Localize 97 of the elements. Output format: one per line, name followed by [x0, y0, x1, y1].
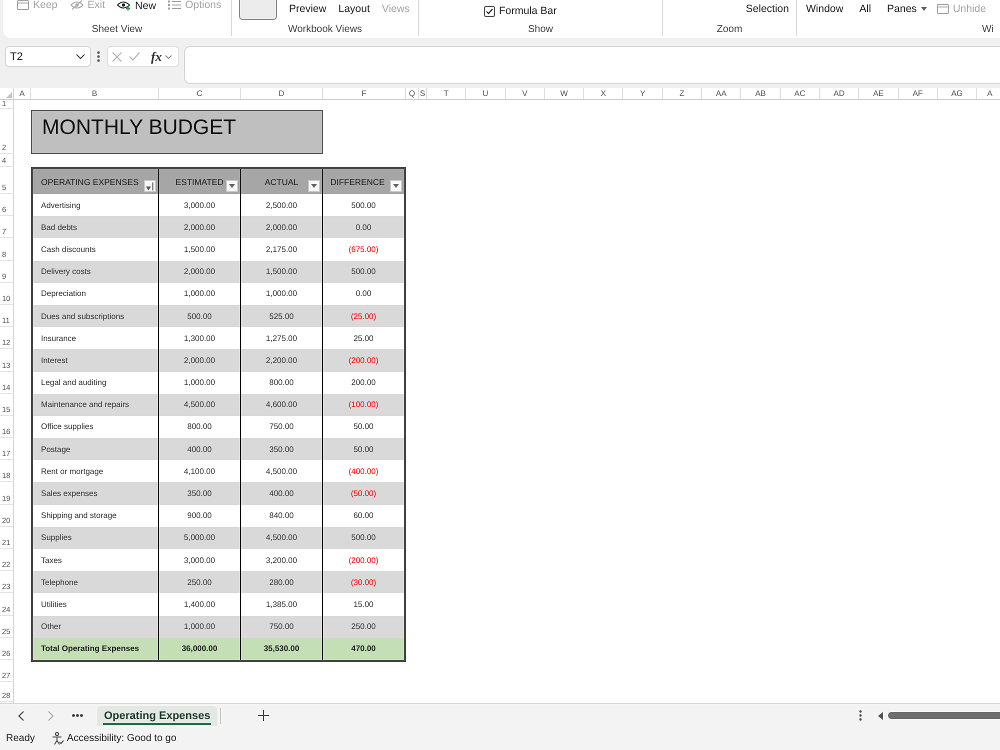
accessibility-icon[interactable]: [52, 732, 64, 745]
table-cell-text: (30.00): [350, 576, 378, 589]
ribbon-button[interactable]: New: [117, 0, 156, 11]
group-label: Workbook Views: [286, 24, 364, 36]
column-header[interactable]: Y: [623, 88, 663, 99]
table-cell-text: 250.00: [350, 621, 377, 634]
chevron-down-icon[interactable]: [164, 54, 172, 58]
sort-icon: [146, 182, 154, 190]
column-header[interactable]: F: [323, 88, 406, 99]
table-cell-text: (25.00): [350, 310, 378, 323]
column-header[interactable]: AB: [741, 88, 781, 99]
filter-button[interactable]: [308, 180, 320, 192]
table-cell-text: 470.00: [350, 643, 377, 656]
ribbon-button[interactable]: Window: [806, 3, 844, 15]
sheet-title: MONTHLY BUDGET: [31, 110, 323, 154]
ribbon-button[interactable]: Selection: [746, 3, 789, 15]
column-header[interactable]: X: [584, 88, 624, 99]
table-cell-text: 50.00: [352, 444, 375, 456]
group-label: Show: [526, 24, 554, 36]
table-cell-text: (100.00): [348, 399, 380, 412]
filter-button[interactable]: [144, 180, 156, 192]
column-title: ACTUAL: [264, 176, 298, 186]
caret-icon: [920, 7, 927, 11]
status-text: Ready: [6, 733, 35, 744]
column-header[interactable]: Q: [406, 88, 419, 99]
column-header[interactable]: W: [544, 88, 584, 99]
column-header[interactable]: T: [427, 88, 466, 99]
filter-button[interactable]: [390, 180, 402, 192]
caret-icon: [311, 184, 317, 188]
table-cell-text: 500.00: [350, 532, 377, 544]
group-label: Sheet View: [90, 24, 144, 36]
ribbon-button[interactable]: Preview: [289, 3, 326, 15]
chevron-down-icon: [76, 54, 85, 59]
accessibility-status[interactable]: Accessibility: Good to go: [66, 733, 176, 744]
list-icon: [168, 0, 182, 10]
column-header[interactable]: V: [506, 88, 545, 99]
column-header[interactable]: A: [14, 88, 31, 99]
column-header[interactable]: AA: [702, 88, 742, 99]
window-icon: [936, 4, 949, 14]
checkbox-option[interactable]: Formula Bar: [484, 5, 557, 17]
view-tile-icon[interactable]: [239, 0, 277, 20]
column-header[interactable]: AC: [780, 88, 820, 99]
table-cell-text: 25.00: [352, 332, 375, 345]
table-cell-text: 50.00: [352, 421, 375, 434]
name-box[interactable]: T2: [5, 46, 91, 67]
caret-icon: [393, 184, 399, 188]
table-cell-text: (400.00): [348, 466, 380, 478]
group-label: Wi: [981, 24, 995, 36]
table-cell-text: 500.00: [350, 200, 377, 212]
table-cell-text: 0.00: [354, 288, 372, 300]
column-header[interactable]: Z: [662, 88, 702, 99]
group-label: Zoom: [716, 24, 744, 36]
table-cell-text: (675.00): [348, 244, 380, 256]
table-cell-text: 15.00: [352, 598, 375, 611]
ribbon-button[interactable]: Layout: [338, 3, 370, 15]
more-icon[interactable]: [97, 51, 100, 62]
column-header[interactable]: U: [466, 88, 506, 99]
column-header[interactable]: AD: [820, 88, 860, 99]
checkbox[interactable]: [484, 6, 495, 16]
scroll-left-icon[interactable]: [878, 712, 883, 720]
column-header[interactable]: AG: [938, 88, 978, 99]
column-header[interactable]: AF: [898, 88, 938, 99]
column-header[interactable]: B: [31, 88, 159, 99]
table-cell-text: 500.00: [350, 266, 377, 278]
check-icon[interactable]: [129, 52, 140, 61]
table-cell-text: (200.00): [348, 354, 380, 367]
column-header[interactable]: C: [159, 88, 241, 99]
more-icon[interactable]: [859, 710, 862, 721]
caret-icon: [229, 184, 235, 188]
table-cell: 36,000.00: [159, 638, 241, 660]
table-cell-text: 200.00: [350, 377, 377, 390]
ribbon-button[interactable]: All: [859, 3, 872, 15]
table-cell-text: 60.00: [352, 510, 375, 522]
column-title: OPERATING EXPENSES: [41, 176, 139, 186]
eye-plus-icon: [117, 0, 132, 11]
column-header[interactable]: D: [241, 88, 323, 99]
table-cell-text: (200.00): [348, 554, 380, 567]
sheet-tab[interactable]: Operating Expenses: [97, 706, 218, 726]
table-cell: 35,530.00: [241, 638, 323, 660]
eye-slash-icon: [70, 0, 84, 10]
column-header[interactable]: A: [977, 88, 1000, 99]
window-icon: [17, 0, 29, 10]
filter-button[interactable]: [226, 180, 238, 192]
formula-input[interactable]: [184, 46, 1000, 84]
horizontal-scrollbar[interactable]: [888, 712, 1000, 719]
column-header[interactable]: S: [419, 88, 427, 99]
table-cell: Total Operating Expenses: [33, 638, 159, 660]
column-title: ESTIMATED: [175, 176, 224, 186]
table-cell-text: 0.00: [354, 222, 372, 234]
chevron-left-icon[interactable]: [18, 710, 24, 720]
ribbon-dropdown[interactable]: Panes: [887, 3, 927, 15]
plus-icon[interactable]: [258, 710, 270, 721]
table-cell-text: (50.00): [350, 488, 378, 500]
more-icon[interactable]: [72, 714, 83, 717]
column-title: DIFFERENCE: [330, 176, 385, 186]
insert-function-button[interactable]: fx: [151, 50, 162, 64]
column-header[interactable]: AE: [859, 88, 899, 99]
